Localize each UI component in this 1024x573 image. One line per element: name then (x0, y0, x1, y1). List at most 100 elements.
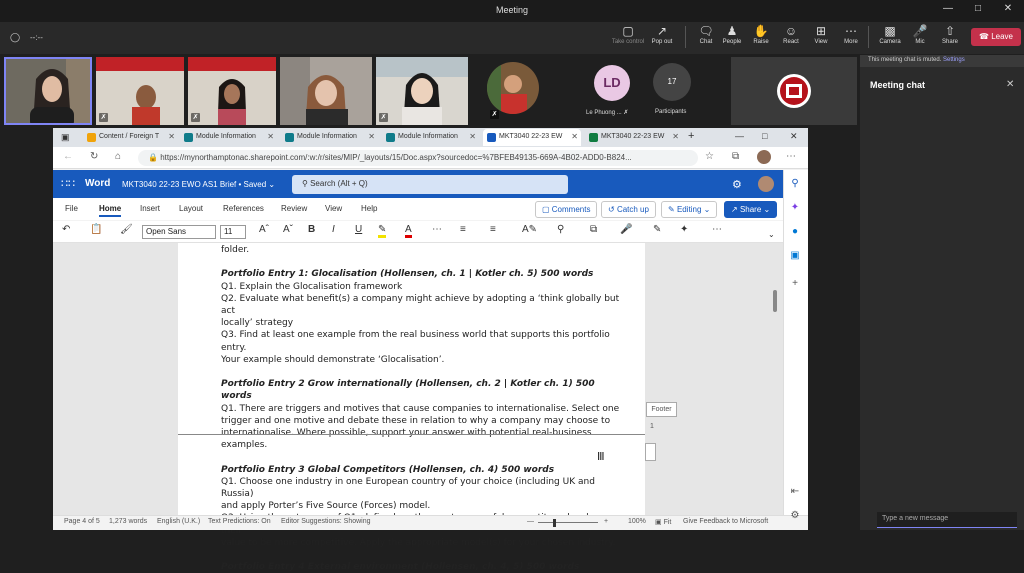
camera-button[interactable]: ▩ Camera (873, 24, 907, 52)
grow-font-icon[interactable]: Aˆ (259, 224, 269, 235)
collections-icon[interactable]: ⧉ (732, 151, 739, 162)
browser-tab-active[interactable]: MKT3040 22-23 EW ✕ (483, 129, 581, 146)
video-tile[interactable] (731, 57, 857, 125)
shrink-font-icon[interactable]: Aˇ (283, 224, 293, 235)
video-tile[interactable]: ✗ (188, 57, 276, 125)
raise-hand-button[interactable]: ✋ Raise (744, 24, 778, 52)
comment-marker[interactable] (645, 443, 656, 461)
font-size-select[interactable]: 11 (220, 225, 246, 239)
catch-up-button[interactable]: ↺ Catch up (601, 201, 656, 218)
take-control-button[interactable]: ▢ Take control (611, 24, 645, 52)
tab-layout[interactable]: Layout (179, 204, 203, 213)
discover-icon[interactable]: ✦ (789, 202, 801, 214)
tab-review[interactable]: Review (281, 204, 307, 213)
undo-icon[interactable]: ↶ (62, 224, 70, 235)
underline-icon[interactable]: U (355, 224, 362, 235)
search-icon[interactable]: ⚲ (789, 178, 801, 190)
word-count[interactable]: 1,273 words (109, 518, 147, 525)
chat-message-input[interactable]: Type a new message (877, 512, 1017, 528)
zoom-out-icon[interactable]: — (527, 518, 534, 525)
find-icon[interactable]: ⚲ (557, 224, 564, 235)
footer-label[interactable]: Footer (646, 402, 677, 417)
react-button[interactable]: ☺ React (774, 24, 808, 52)
browser-menu-icon[interactable]: ⋯ (786, 151, 796, 162)
dictate-icon[interactable]: 🎤 (620, 224, 632, 235)
back-icon[interactable]: ← (63, 151, 73, 162)
bullets-icon[interactable]: ≡ (460, 224, 466, 235)
browser-maximize-icon[interactable]: □ (762, 131, 767, 141)
add-sidebar-app-icon[interactable]: + (789, 278, 801, 290)
tab-insert[interactable]: Insert (140, 204, 160, 213)
maximize-icon[interactable]: □ (968, 3, 988, 19)
participant-initials-avatar[interactable]: LD (594, 65, 630, 101)
format-painter-icon[interactable]: 🖌 (120, 224, 133, 235)
comments-button[interactable]: ▢ Comments (535, 201, 598, 218)
close-icon[interactable]: ✕ (998, 3, 1018, 19)
font-color-icon[interactable]: A (405, 224, 412, 238)
italic-icon[interactable]: I (332, 224, 335, 235)
favorites-icon[interactable]: ☆ (705, 151, 714, 162)
outlook-icon[interactable]: ▣ (789, 250, 801, 262)
zoom-slider-thumb[interactable] (553, 519, 556, 527)
tab-view[interactable]: View (325, 204, 342, 213)
url-input[interactable]: 🔒 https://mynorthamptonac.sharepoint.com… (138, 150, 698, 166)
close-tab-icon[interactable]: ✕ (168, 132, 175, 141)
word-brand[interactable]: Word (85, 178, 110, 189)
tab-actions-icon[interactable]: ▣ (61, 132, 70, 143)
bold-icon[interactable]: B (308, 224, 315, 235)
browser-tab[interactable]: Module Information ✕ (180, 129, 277, 146)
word-share-button[interactable]: ↗ Share ⌄ (724, 201, 778, 218)
more-commands-icon[interactable]: ⋯ (712, 224, 722, 235)
share-button[interactable]: ⇧ Share (933, 24, 967, 52)
highlight-icon[interactable]: ✎ (378, 224, 387, 238)
close-tab-icon[interactable]: ✕ (672, 132, 679, 141)
language[interactable]: English (U.K.) (157, 518, 200, 525)
editing-mode-button[interactable]: ✎ Editing ⌄ (661, 201, 718, 218)
close-tab-icon[interactable]: ✕ (368, 132, 375, 141)
editor-suggestions[interactable]: Editor Suggestions: Showing (281, 518, 371, 525)
video-tile[interactable] (4, 57, 92, 125)
participant-count[interactable]: 17 (653, 63, 691, 101)
vertical-scrollbar[interactable] (773, 290, 777, 312)
close-chat-icon[interactable]: ✕ (1006, 79, 1014, 90)
browser-tab[interactable]: Module Information ✕ (382, 129, 479, 146)
hide-sidebar-icon[interactable]: ⇤ (789, 486, 801, 498)
word-search-input[interactable]: ⚲ Search (Alt + Q) (292, 175, 568, 194)
video-tile[interactable]: ✗ (376, 57, 468, 125)
font-family-select[interactable]: Open Sans (142, 225, 216, 239)
close-tab-icon[interactable]: ✕ (469, 132, 476, 141)
text-predictions[interactable]: Text Predictions: On (208, 518, 271, 525)
zoom-level[interactable]: 100% (628, 518, 646, 525)
more-font-options-icon[interactable]: ⋯ (432, 224, 442, 235)
align-icon[interactable]: ≡ (490, 224, 496, 235)
document-title[interactable]: MKT3040 22-23 EWO AS1 Brief • Saved ⌄ (122, 180, 275, 189)
page-count[interactable]: Page 4 of 5 (64, 518, 100, 525)
close-tab-icon[interactable]: ✕ (267, 132, 274, 141)
pop-out-button[interactable]: ↗ Pop out (645, 24, 679, 52)
home-icon[interactable]: ⌂ (115, 151, 121, 162)
app-launcher-icon[interactable]: ∷∷ (61, 177, 75, 190)
tab-references[interactable]: References (223, 204, 264, 213)
browser-tab[interactable]: Module Information ✕ (281, 129, 378, 146)
view-button[interactable]: ⊞ View (804, 24, 838, 52)
more-button[interactable]: ⋯ More (834, 24, 868, 52)
settings-link[interactable]: Settings (943, 57, 965, 63)
word-profile-avatar[interactable] (758, 176, 774, 192)
video-tile[interactable] (280, 57, 372, 125)
zoom-slider[interactable] (538, 522, 598, 523)
settings-gear-icon[interactable]: ⚙ (732, 178, 742, 191)
fit-button[interactable]: ▣ Fit (655, 518, 671, 526)
participant-avatar[interactable] (487, 62, 539, 114)
office-icon[interactable]: ● (789, 226, 801, 238)
collapse-ribbon-icon[interactable]: ⌄ (768, 230, 775, 239)
close-tab-icon[interactable]: ✕ (571, 132, 578, 141)
refresh-icon[interactable]: ↻ (90, 151, 98, 162)
video-tile[interactable]: ✗ (96, 57, 184, 125)
browser-tab[interactable]: Content / Foreign T ✕ (83, 129, 178, 146)
tab-home[interactable]: Home (99, 204, 122, 217)
feedback-link[interactable]: Give Feedback to Microsoft (683, 518, 768, 525)
tab-help[interactable]: Help (361, 204, 377, 213)
new-tab-icon[interactable]: + (688, 130, 694, 142)
mic-button[interactable]: 🎤 Mic (903, 24, 937, 52)
sidebar-settings-icon[interactable]: ⚙ (789, 510, 801, 522)
